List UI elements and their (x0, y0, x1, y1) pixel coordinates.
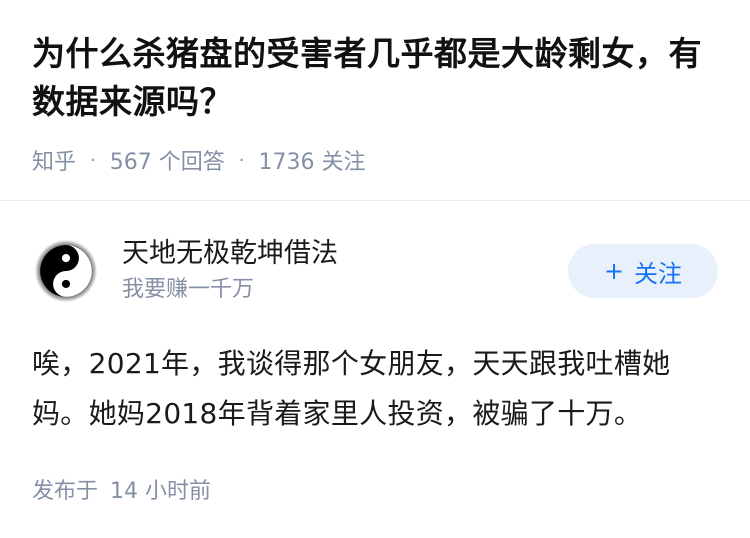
answers-count[interactable]: 567 个回答 (110, 144, 225, 176)
author-row: 天地无极乾坤借法 我要赚一千万 + 关注 (32, 233, 718, 309)
avatar[interactable] (32, 237, 100, 305)
meta-separator: · (90, 149, 96, 171)
author-bio: 我要赚一千万 (122, 277, 255, 302)
followers-count[interactable]: 1736 关注 (258, 144, 365, 176)
author-info: 天地无极乾坤借法 我要赚一千万 (122, 236, 568, 306)
plus-icon: + (603, 257, 625, 285)
follow-button[interactable]: + 关注 (568, 244, 718, 298)
published-time: 14 小时前 (110, 479, 212, 504)
author-name[interactable]: 天地无极乾坤借法 (122, 236, 568, 272)
yin-yang-icon (34, 239, 98, 303)
source-label[interactable]: 知乎 (32, 144, 76, 176)
answer-body[interactable]: 唉，2021年，我谈得那个女朋友，天天跟我吐槽她妈。她妈2018年背着家里人投资… (32, 339, 718, 439)
answer-timestamp: 发布于 14 小时前 (32, 473, 718, 505)
follow-label: 关注 (634, 259, 683, 288)
question-header: 为什么杀猪盘的受害者几乎都是大龄剩女，有数据来源吗？ 知乎 · 567 个回答 … (0, 0, 750, 200)
meta-separator: · (238, 149, 245, 171)
question-meta: 知乎 · 567 个回答 · 1736 关注 (32, 144, 718, 176)
question-title[interactable]: 为什么杀猪盘的受害者几乎都是大龄剩女，有数据来源吗？ (32, 30, 718, 126)
answer-card: 天地无极乾坤借法 我要赚一千万 + 关注 唉，2021年，我谈得那个女朋友，天天… (0, 201, 750, 505)
published-prefix: 发布于 (32, 479, 99, 504)
